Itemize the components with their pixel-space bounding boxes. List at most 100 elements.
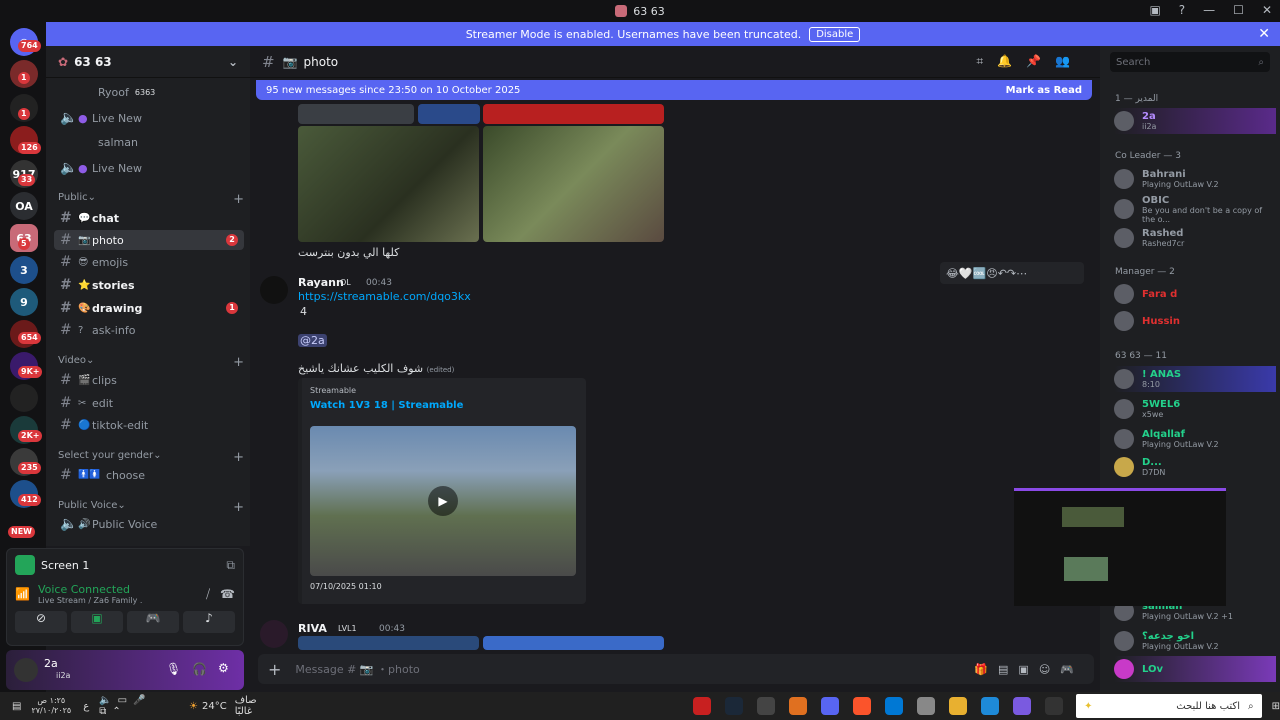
- brave-icon[interactable]: [853, 697, 872, 715]
- outlook-icon[interactable]: [885, 697, 904, 715]
- channel-photo[interactable]: # 📷 photo 2: [54, 230, 244, 250]
- noise-icon[interactable]: ⧸: [206, 587, 210, 602]
- member-item[interactable]: اخو جدعه؟ Playing OutLaw V.2: [1114, 628, 1276, 654]
- message-author[interactable]: Rayann: [298, 276, 344, 289]
- member-item[interactable]: Fara d: [1114, 281, 1276, 307]
- image-attachment[interactable]: [298, 126, 479, 242]
- help-icon[interactable]: ?: [1179, 3, 1185, 17]
- member-item[interactable]: Bahrani Playing OutLaw V.2: [1114, 166, 1276, 192]
- message-author[interactable]: RIVA: [298, 622, 327, 635]
- message-input[interactable]: Message # 📷 ・photo: [295, 661, 419, 677]
- composer-toolbar-icons[interactable]: 🎁▤▣☺🎮: [974, 663, 1084, 676]
- add-channel-icon[interactable]: +: [233, 355, 244, 370]
- member-item[interactable]: LOv: [1114, 656, 1276, 682]
- category-public[interactable]: Public ⌄ +: [58, 192, 244, 207]
- server-icon[interactable]: [10, 384, 38, 412]
- disable-button[interactable]: Disable: [809, 26, 861, 42]
- mark-as-read-button[interactable]: Mark as Read: [1006, 85, 1082, 96]
- voice-channel[interactable]: 🔈 ● Live New: [54, 108, 244, 128]
- clock[interactable]: ١:٢٥ ص ٢٧/١٠/٢٠٢٥: [31, 696, 71, 716]
- channel-clips[interactable]: # 🎬 clips: [54, 370, 244, 390]
- member-item[interactable]: Alqallaf Playing OutLaw V.2: [1114, 426, 1276, 452]
- activity-button[interactable]: 🎮: [127, 611, 179, 633]
- channel-choose[interactable]: # 🚹🚺 choose: [54, 465, 244, 485]
- signal-icon[interactable]: 📶: [15, 587, 30, 601]
- channel-drawing[interactable]: # 🎨 drawing 1: [54, 298, 244, 318]
- image-attachment[interactable]: [418, 104, 480, 124]
- close-icon[interactable]: ✕: [1258, 26, 1270, 42]
- camera-button[interactable]: ⊘: [15, 611, 67, 633]
- app-icon[interactable]: [917, 697, 936, 715]
- system-tray-icons[interactable]: 🔈▭🎤⧉⌃: [99, 695, 177, 717]
- channel-public-voice[interactable]: 🔈 🔊 Public Voice: [54, 514, 244, 534]
- task-view-icon[interactable]: [1045, 697, 1064, 715]
- edge-icon[interactable]: [981, 697, 1000, 715]
- folder-icon[interactable]: [949, 697, 968, 715]
- channel-tiktok-edit[interactable]: # 🔵 tiktok-edit: [54, 415, 244, 435]
- weather-temp[interactable]: 24°C: [202, 701, 227, 712]
- app-icon[interactable]: [757, 697, 776, 715]
- server-icon[interactable]: 3: [10, 256, 38, 284]
- server-header[interactable]: ✿ 63 63 ⌄: [46, 46, 250, 78]
- voice-user[interactable]: salman: [54, 132, 244, 152]
- stream-preview-overlay[interactable]: [1014, 488, 1226, 606]
- maximize-button[interactable]: ☐: [1233, 3, 1244, 17]
- new-messages-bar[interactable]: 95 new messages since 23:50 on 10 Octobe…: [256, 80, 1092, 100]
- channel-ask-info[interactable]: #? ask-info: [54, 320, 244, 340]
- close-button[interactable]: ✕: [1262, 3, 1272, 17]
- server-icon[interactable]: OA: [10, 192, 38, 220]
- copilot-icon[interactable]: [1013, 697, 1032, 715]
- notifications-icon[interactable]: ▤: [12, 701, 21, 712]
- start-icon[interactable]: ⊞: [1272, 701, 1280, 712]
- soundboard-button[interactable]: ♪: [183, 611, 235, 633]
- chevron-down-icon[interactable]: ⌄: [228, 55, 238, 69]
- play-icon[interactable]: ▶: [428, 486, 458, 516]
- category-public-voice[interactable]: Public Voice ⌄ +: [58, 500, 244, 515]
- add-attachment-icon[interactable]: +: [268, 660, 281, 679]
- minimize-button[interactable]: —: [1203, 3, 1215, 17]
- member-item[interactable]: 5WEL6 x5we: [1114, 396, 1276, 422]
- image-attachment[interactable]: [298, 104, 414, 124]
- video-thumbnail[interactable]: ▶: [310, 426, 576, 576]
- server-icon[interactable]: 9: [10, 288, 38, 316]
- channel-edit[interactable]: # ✂ edit: [54, 393, 244, 413]
- voice-user[interactable]: Ryoof 6363: [54, 82, 244, 102]
- popout-icon[interactable]: ⧉: [226, 558, 235, 573]
- image-attachment[interactable]: [483, 636, 664, 650]
- avatar[interactable]: [260, 276, 288, 304]
- header-toolbar-icons[interactable]: ⌗🔔📌👥: [976, 54, 1084, 69]
- language-indicator[interactable]: ع: [83, 701, 89, 712]
- message-actions[interactable]: 😂🤍🆒😠↶↷⋯: [940, 262, 1084, 284]
- headphones-icon[interactable]: 🎧: [192, 662, 207, 676]
- member-item[interactable]: D... D7DN: [1114, 454, 1276, 480]
- app-icon[interactable]: [693, 697, 712, 715]
- search-input[interactable]: Search ⌕: [1110, 52, 1270, 72]
- category-gender[interactable]: Select your gender ⌄ +: [58, 450, 244, 465]
- app-icon[interactable]: [789, 697, 808, 715]
- steam-icon[interactable]: [725, 697, 744, 715]
- disconnect-icon[interactable]: ☎: [220, 587, 235, 601]
- taskbar-search[interactable]: ✦ اكتب هنا للبحث ⌕: [1076, 694, 1262, 718]
- category-video[interactable]: Video ⌄ +: [58, 355, 244, 370]
- embed-title[interactable]: Watch 1V3 18 | Streamable: [310, 400, 463, 411]
- inbox-icon[interactable]: ▣: [1149, 3, 1160, 17]
- channel-chat[interactable]: # 💬 chat: [54, 208, 244, 228]
- message-composer[interactable]: + Message # 📷 ・photo 🎁▤▣☺🎮: [258, 654, 1094, 684]
- channel-stories[interactable]: # ⭐ stories: [54, 275, 244, 295]
- discord-icon[interactable]: [821, 697, 840, 715]
- microphone-icon[interactable]: 🎙: [166, 662, 181, 676]
- image-attachment[interactable]: [483, 104, 664, 124]
- settings-gear-icon[interactable]: ⚙: [218, 661, 229, 675]
- user-mention[interactable]: @2a: [298, 334, 327, 347]
- member-item[interactable]: 2a ii2a: [1114, 108, 1276, 134]
- message-link[interactable]: https://streamable.com/dqo3kx: [298, 290, 471, 303]
- member-item[interactable]: ! ANAS 8:10: [1114, 366, 1276, 392]
- avatar[interactable]: [260, 620, 288, 648]
- share-screen-button[interactable]: ▣: [71, 611, 123, 633]
- member-item[interactable]: Hussin: [1114, 308, 1276, 334]
- voice-channel[interactable]: 🔈 ● Live New: [54, 158, 244, 178]
- image-attachment[interactable]: [483, 126, 664, 242]
- member-item[interactable]: OBIC Be you and don't be a copy of the o.…: [1114, 195, 1276, 224]
- member-item[interactable]: Rashed Rashed7cr: [1114, 225, 1276, 251]
- image-attachment[interactable]: [298, 636, 479, 650]
